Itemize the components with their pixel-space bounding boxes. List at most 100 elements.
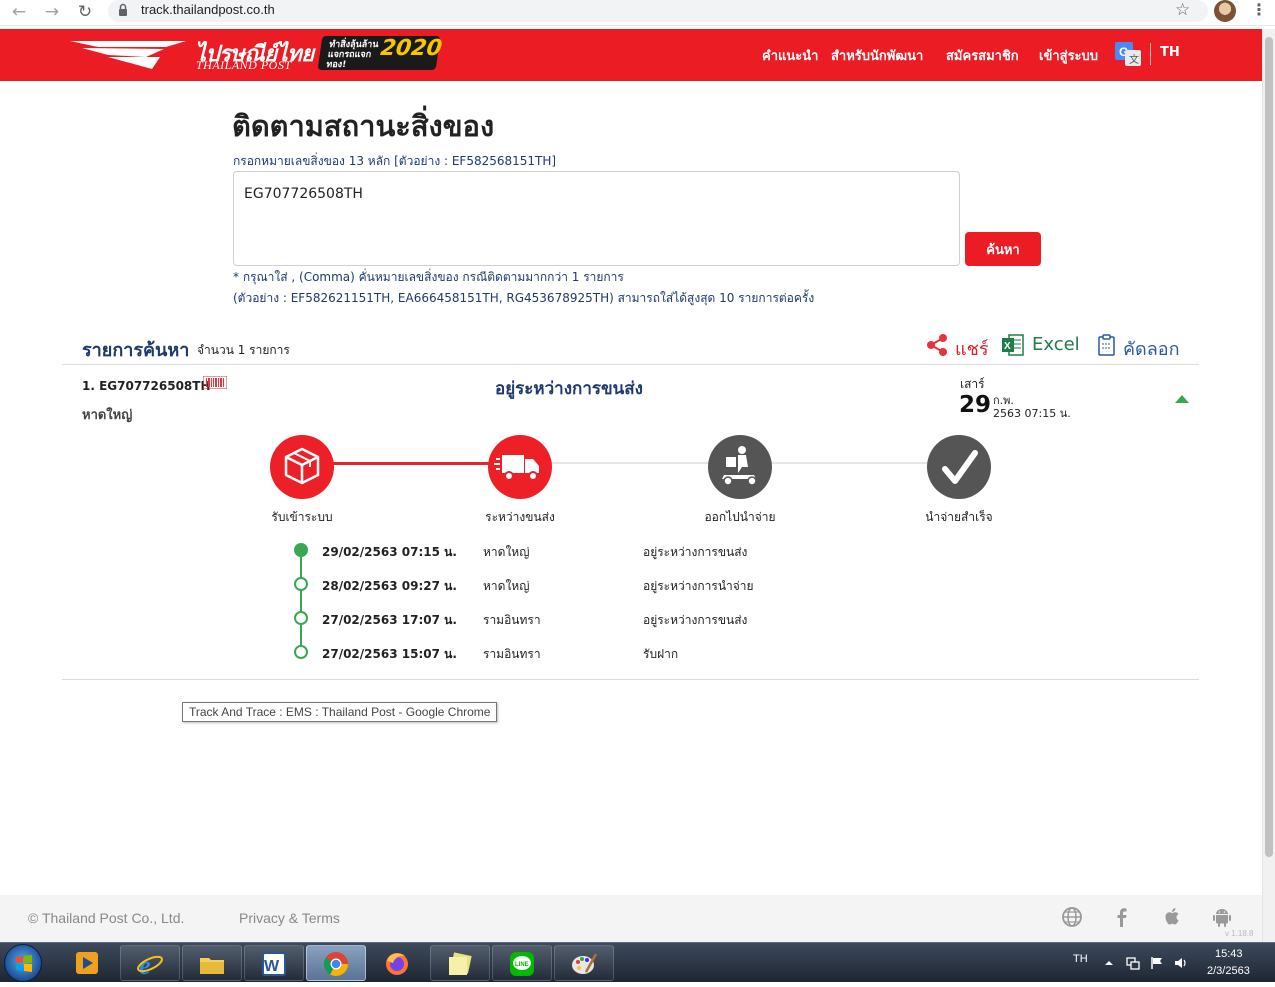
event-description: อยู่ระหว่างการขนส่ง [643,613,748,627]
nav-login[interactable]: เข้าสู่ระบบ [1039,45,1098,66]
tray-language[interactable]: TH [1073,953,1088,965]
promo-banner[interactable]: ทำสิ่งลุ้นล้าน แจกรถแจกทอง! 2020 [317,36,444,70]
back-icon[interactable]: ← [8,2,30,22]
step-delivered [927,435,991,499]
taskbar-paint[interactable] [554,945,614,981]
step-label-received: รับเข้าระบบ [271,510,333,524]
input-hint: กรอกหมายเลขสิ่งของ 13 หลัก [ตัวอย่าง : E… [233,154,557,168]
svg-text:LINE: LINE [515,962,529,968]
nav-developer[interactable]: สำหรับนักพัฒนา [831,45,923,66]
apple-icon[interactable] [1161,906,1183,928]
promo-text: ทำสิ่งลุ้นล้าน แจกรถแจกทอง! [325,40,380,70]
tracking-number-input[interactable]: EG707726508TH [233,171,960,266]
collapse-toggle-icon[interactable] [1175,395,1189,403]
copyright: © Thailand Post Co., Ltd. [28,910,185,926]
nav-register[interactable]: สมัครสมาชิก [946,45,1019,66]
google-translate-icon[interactable]: G 文 [1115,42,1141,66]
event-description: อยู่ระหว่างการนำจ่าย [643,579,754,593]
taskbar-explorer[interactable] [182,945,242,981]
paint-icon [572,953,598,974]
taskbar-notes[interactable] [430,945,490,981]
footer: © Thailand Post Co., Ltd. Privacy & Term… [0,895,1262,942]
privacy-terms-link[interactable]: Privacy & Terms [239,910,340,926]
nav-guide[interactable]: คำแนะนำ [762,45,818,66]
logo-icon[interactable] [68,37,188,71]
word-icon: W [262,952,286,976]
version-label: v 1.18.8 [1225,929,1254,938]
share-button[interactable]: แชร์ [955,334,989,363]
menu-icon[interactable]: ⋮ [1251,0,1267,19]
site-header: ไปรษณีย์ไทย THAILAND POST ทำสิ่งลุ้นล้าน… [0,29,1262,81]
timeline-line [300,550,302,652]
results-title: รายการค้นหา [82,340,190,361]
address-bar[interactable]: track.thailandpost.co.th [108,0,1208,22]
excel-icon[interactable]: X [1002,333,1024,357]
step-out-for-delivery [708,435,772,499]
windows-taskbar: e W LINE TH 15:43 2/3/2563 [0,942,1275,982]
step-label-out-for-delivery: ออกไปนำจ่าย [704,510,776,524]
star-icon[interactable]: ☆ [1175,0,1190,20]
tray-expand-icon[interactable] [1102,956,1116,970]
search-button[interactable]: ค้นหา [965,232,1041,266]
timeline-dot-current [294,543,308,557]
date-year-time: 2563 07:15 น. [993,407,1071,420]
courier-icon [722,446,757,486]
start-button[interactable] [4,944,42,982]
step-label-delivered: นำจ่ายสำเร็จ [925,510,993,524]
page-scrollbar[interactable] [1262,29,1275,942]
promo-year: 2020 [378,36,444,61]
comma-note: * กรุณาใส่ , (Comma) คั่นหมายเลขสิ่งของ … [233,270,624,284]
taskbar-ie[interactable]: e [120,945,180,981]
taskbar-chrome[interactable] [306,945,366,981]
avatar[interactable] [1214,0,1236,22]
copy-button[interactable]: คัดลอก [1123,334,1179,363]
box-icon [284,447,320,485]
volume-icon[interactable] [1174,956,1188,970]
event-date: 27/02/2563 15:07 น. [322,647,457,661]
check-icon [942,450,978,484]
forward-icon[interactable]: → [41,2,63,22]
network-icon[interactable] [1126,956,1140,970]
timeline-dot [294,577,308,591]
firefox-icon [386,953,408,975]
taskbar-line[interactable]: LINE [492,945,552,981]
share-icon[interactable] [926,333,948,357]
taskbar-firefox[interactable] [368,945,428,981]
line-icon: LINE [510,952,534,976]
ie-icon: e [137,951,163,978]
example-note: (ตัวอย่าง : EF582621151TH, EA666458151TH… [233,291,815,305]
event-date: 28/02/2563 09:27 น. [322,579,457,593]
event-place: หาดใหญ่ [483,579,530,593]
taskbar-word[interactable]: W [244,945,304,981]
clock-date[interactable]: 2/3/2563 [1207,965,1250,977]
browser-toolbar: ← → ↻ track.thailandpost.co.th ☆ ⋮ [0,0,1275,26]
clipboard-icon[interactable] [1096,333,1118,357]
event-description: รับฝาก [643,647,679,661]
event-date: 29/02/2563 07:15 น. [322,545,457,559]
nav-divider [1150,43,1151,65]
reload-icon[interactable]: ↻ [74,2,96,22]
url-text: track.thailandpost.co.th [141,2,275,17]
step-label-in-transit: ระหว่างขนส่ง [485,510,555,524]
event-place: รามอินทรา [483,647,541,661]
results-count: จำนวน 1 รายการ [197,343,290,357]
sticky-notes-icon [449,952,472,975]
barcode-icon[interactable] [203,376,227,389]
action-center-flag-icon[interactable] [1150,956,1164,970]
page-title: ติดตามสถานะสิ่งของ [232,109,495,143]
logo-text-en[interactable]: THAILAND POST [196,58,292,73]
taskbar-media-player[interactable] [58,945,118,981]
facebook-icon[interactable] [1111,906,1133,928]
event-date: 27/02/2563 17:07 น. [322,613,457,627]
item-status: อยู่ระหว่างการขนส่ง [495,379,643,399]
truck-icon [494,455,539,481]
android-icon[interactable] [1211,906,1233,928]
media-player-icon [76,952,98,974]
excel-button[interactable]: Excel [1032,334,1080,355]
step-received [270,435,334,499]
globe-icon[interactable] [1061,906,1083,928]
clock-time[interactable]: 15:43 [1215,948,1243,960]
language-toggle[interactable]: TH [1160,45,1180,60]
item-number: 1. EG707726508TH [82,379,211,393]
scroll-thumb[interactable] [1265,37,1273,857]
